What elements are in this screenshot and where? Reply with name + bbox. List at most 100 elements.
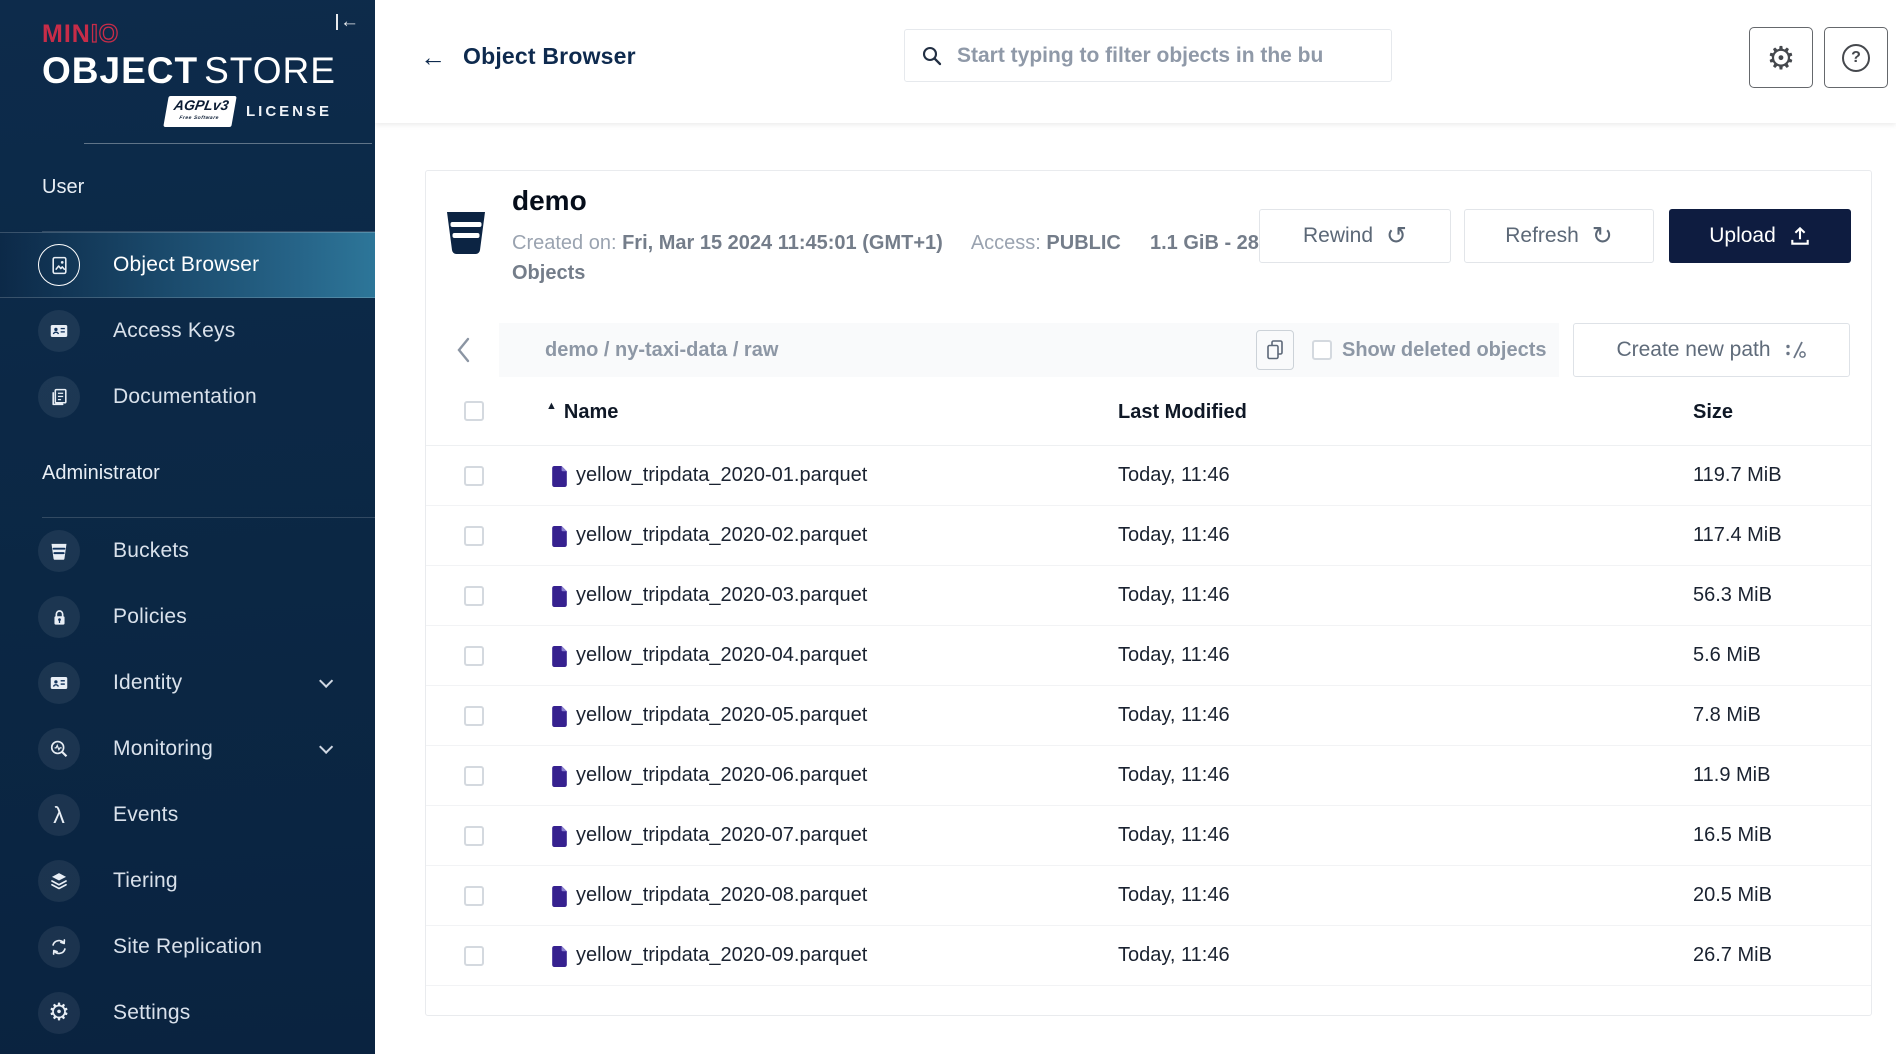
sidebar-item-buckets[interactable]: Buckets xyxy=(0,518,375,584)
row-checkbox[interactable] xyxy=(464,706,484,726)
select-all-checkbox[interactable] xyxy=(464,401,484,421)
row-checkbox[interactable] xyxy=(464,646,484,666)
table-row[interactable]: yellow_tripdata_2020-03.parquetToday, 11… xyxy=(426,566,1871,626)
page-title-wrap: ← Object Browser xyxy=(420,43,636,70)
column-header-name[interactable]: ▲ Name xyxy=(546,401,618,424)
site-replication-icon xyxy=(38,926,80,968)
documentation-icon xyxy=(38,376,80,418)
table-row[interactable]: yellow_tripdata_2020-06.parquetToday, 11… xyxy=(426,746,1871,806)
object-name[interactable]: yellow_tripdata_2020-02.parquet xyxy=(576,524,867,547)
collapse-bar xyxy=(336,14,338,30)
help-button[interactable]: ? xyxy=(1824,27,1888,88)
breadcrumb-bar: demo / ny-taxi-data / raw Show deleted o… xyxy=(426,323,1559,377)
refresh-label: Refresh xyxy=(1505,224,1579,248)
sidebar-item-label: Tiering xyxy=(113,869,178,893)
settings-icon: ⚙ xyxy=(38,992,80,1034)
object-name[interactable]: yellow_tripdata_2020-09.parquet xyxy=(576,944,867,967)
upload-button[interactable]: Upload xyxy=(1669,209,1851,263)
table-row[interactable]: yellow_tripdata_2020-07.parquetToday, 11… xyxy=(426,806,1871,866)
object-last-modified: Today, 11:46 xyxy=(1118,884,1230,907)
column-header-last-modified[interactable]: Last Modified xyxy=(1118,401,1247,424)
create-path-label: Create new path xyxy=(1616,338,1770,362)
agpl-badge: AGPLv3 Free Software xyxy=(163,96,237,127)
file-icon xyxy=(550,885,569,908)
sidebar-item-site-replication[interactable]: Site Replication xyxy=(0,914,375,980)
table-row[interactable]: yellow_tripdata_2020-02.parquet Today, 11… xyxy=(426,506,1871,566)
create-new-path-button[interactable]: Create new path xyxy=(1573,323,1850,377)
section-label-user: User xyxy=(42,176,375,199)
access-label: Access: xyxy=(971,232,1041,254)
file-icon xyxy=(550,465,569,488)
access-keys-icon xyxy=(38,310,80,352)
object-browser-icon xyxy=(38,244,80,286)
object-name[interactable]: yellow_tripdata_2020-05.parquet xyxy=(576,704,867,727)
sidebar-item-monitoring[interactable]: Monitoring xyxy=(0,716,375,782)
created-value: Fri, Mar 15 2024 11:45:01 (GMT+1) xyxy=(622,232,943,254)
object-name[interactable]: yellow_tripdata_2020-07.parquet xyxy=(576,824,867,847)
row-checkbox[interactable] xyxy=(464,826,484,846)
minio-logo: MINIO OBJECTSTORE AGPLv3 Free Software L… xyxy=(42,20,375,144)
filter-objects-input[interactable] xyxy=(957,44,1375,68)
object-name[interactable]: yellow_tripdata_2020-01.parquet xyxy=(576,464,867,487)
sidebar-item-identity[interactable]: Identity xyxy=(0,650,375,716)
section-label-administrator: Administrator xyxy=(42,462,375,485)
object-name[interactable]: yellow_tripdata_2020-08.parquet xyxy=(576,884,867,907)
object-size: 16.5 MiB xyxy=(1693,824,1772,847)
table-row[interactable]: yellow_tripdata_2020-09.parquet Today, 11… xyxy=(426,926,1871,986)
sidebar: ← MINIO OBJECTSTORE AGPLv3 Free Software… xyxy=(0,0,375,1054)
copy-path-button[interactable] xyxy=(1256,330,1294,370)
sidebar-item-label: Policies xyxy=(113,605,187,629)
page-title: Object Browser xyxy=(463,43,636,70)
table-row[interactable]: yellow_tripdata_2020-05.parquet Today, 11… xyxy=(426,686,1871,746)
sidebar-item-label: Events xyxy=(113,803,178,827)
row-checkbox[interactable] xyxy=(464,466,484,486)
object-name[interactable]: yellow_tripdata_2020-03.parquet xyxy=(576,584,867,607)
tiering-icon xyxy=(38,860,80,902)
bucket-name: demo xyxy=(512,185,587,217)
events-icon: λ xyxy=(38,794,80,836)
search-box xyxy=(904,29,1392,82)
topbar: ← Object Browser ⚙ ? xyxy=(375,0,1896,123)
object-size: 26.7 MiB xyxy=(1693,944,1772,967)
file-icon xyxy=(550,705,569,728)
show-deleted-checkbox[interactable] xyxy=(1312,340,1332,360)
column-label: Name xyxy=(564,401,618,424)
object-name[interactable]: yellow_tripdata_2020-06.parquet xyxy=(576,764,867,787)
table-row[interactable]: yellow_tripdata_2020-04.parquetToday, 11… xyxy=(426,626,1871,686)
object-last-modified: Today, 11:46 xyxy=(1118,704,1230,727)
object-last-modified: Today, 11:46 xyxy=(1118,524,1230,547)
row-checkbox[interactable] xyxy=(464,586,484,606)
row-checkbox[interactable] xyxy=(464,526,484,546)
sidebar-item-access-keys[interactable]: Access Keys xyxy=(0,298,375,364)
sort-asc-icon: ▲ xyxy=(546,400,557,412)
object-size: 119.7 MiB xyxy=(1693,464,1782,487)
rewind-button[interactable]: Rewind ↺ xyxy=(1259,209,1451,263)
object-name[interactable]: yellow_tripdata_2020-04.parquet xyxy=(576,644,867,667)
sidebar-nav: User Object BrowserAccess KeysDocumentati… xyxy=(0,176,375,1046)
row-checkbox[interactable] xyxy=(464,946,484,966)
sidebar-item-settings[interactable]: ⚙Settings xyxy=(0,980,375,1046)
sidebar-item-policies[interactable]: Policies xyxy=(0,584,375,650)
table-row[interactable]: yellow_tripdata_2020-01.parquetToday, 11… xyxy=(426,446,1871,506)
chevron-down-icon[interactable] xyxy=(319,740,333,754)
row-checkbox[interactable] xyxy=(464,886,484,906)
collapse-sidebar-icon[interactable]: ← xyxy=(336,14,359,30)
file-icon xyxy=(550,645,569,668)
sidebar-item-events[interactable]: λ Events xyxy=(0,782,375,848)
identity-icon xyxy=(38,662,80,704)
sidebar-item-documentation[interactable]: Documentation xyxy=(0,364,375,430)
sidebar-item-tiering[interactable]: Tiering xyxy=(0,848,375,914)
sidebar-item-object-browser[interactable]: Object Browser xyxy=(0,232,375,298)
back-arrow-icon[interactable]: ← xyxy=(420,44,446,70)
path-back-button[interactable] xyxy=(426,323,499,377)
table-row[interactable]: yellow_tripdata_2020-08.parquet Today, 11… xyxy=(426,866,1871,926)
refresh-button[interactable]: Refresh ↻ xyxy=(1464,209,1654,263)
column-header-size[interactable]: Size xyxy=(1693,401,1733,424)
chevron-down-icon[interactable] xyxy=(319,674,333,688)
object-size: 117.4 MiB xyxy=(1693,524,1782,547)
object-last-modified: Today, 11:46 xyxy=(1118,944,1230,967)
sidebar-item-label: Monitoring xyxy=(113,737,213,761)
settings-button[interactable]: ⚙ xyxy=(1749,27,1813,88)
buckets-icon xyxy=(38,530,80,572)
row-checkbox[interactable] xyxy=(464,766,484,786)
